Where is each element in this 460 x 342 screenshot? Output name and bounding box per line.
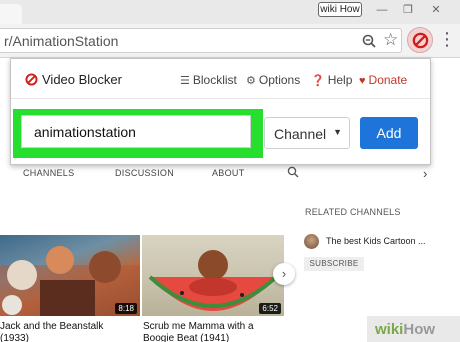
donate-link[interactable]: ♥ Donate: [359, 73, 407, 87]
list-icon: ☰: [180, 75, 190, 87]
input-highlight: [13, 109, 263, 158]
watermark-how: How: [403, 321, 436, 338]
zoom-out-icon[interactable]: [362, 34, 376, 48]
search-icon[interactable]: [287, 166, 299, 178]
video-thumbnail[interactable]: 6:52: [142, 235, 284, 316]
browser-tab[interactable]: [0, 4, 22, 24]
chevron-right-icon[interactable]: ›: [423, 166, 427, 181]
related-channels-heading: RELATED CHANNELS: [305, 207, 401, 217]
blocklist-label: Blocklist: [192, 73, 237, 87]
video-thumbnail[interactable]: 8:18: [0, 235, 140, 316]
channel-nav: CHANNELS DISCUSSION ABOUT ›: [0, 166, 440, 184]
brand: Video Blocker: [25, 72, 122, 87]
blocklist-link[interactable]: ☰ Blocklist: [180, 73, 237, 87]
browser-menu-icon[interactable]: ⋮: [438, 28, 456, 50]
carousel-next-button[interactable]: ›: [273, 263, 295, 285]
wikihow-watermark: wikiHow: [367, 316, 460, 342]
related-channel-name[interactable]: The best Kids Cartoon ...: [326, 236, 426, 246]
profile-badge[interactable]: wiki How: [318, 2, 362, 17]
caret-down-icon: ▼: [333, 127, 342, 137]
avatar: [304, 234, 319, 249]
bookmark-star-icon[interactable]: ☆: [383, 31, 398, 49]
video-duration: 8:18: [115, 303, 137, 314]
block-icon: [25, 73, 38, 86]
add-button[interactable]: Add: [360, 117, 418, 149]
gear-icon: ⚙: [246, 75, 256, 87]
video-blocker-popup: Video Blocker ☰ Blocklist ⚙ Options ❓ Help …: [10, 58, 431, 165]
options-label: Options: [258, 73, 301, 87]
browser-titlebar: wiki How — ❐ ✕: [0, 0, 460, 24]
close-icon[interactable]: ✕: [424, 2, 448, 18]
address-text: r/AnimationStation: [4, 33, 119, 49]
minimize-icon[interactable]: —: [370, 2, 394, 18]
subscribe-button[interactable]: SUBSCRIBE: [304, 257, 364, 271]
related-channel-item[interactable]: The best Kids Cartoon ...: [304, 234, 454, 250]
tab-channels[interactable]: CHANNELS: [23, 168, 74, 178]
video-title-line: Boogie Beat (1941): [143, 333, 230, 342]
video-title-line: Jack and the Beanstalk: [0, 321, 104, 332]
select-value: Channel: [274, 126, 327, 142]
tab-about[interactable]: ABOUT: [212, 168, 245, 178]
video-title[interactable]: Jack and the Beanstalk (1933): [0, 321, 103, 342]
question-circle-icon: ❓: [311, 75, 325, 87]
heart-icon: ♥: [359, 75, 366, 87]
tab-discussion[interactable]: DISCUSSION: [115, 168, 174, 178]
address-bar[interactable]: r/AnimationStation ☆: [0, 28, 402, 53]
donate-label: Donate: [368, 73, 408, 87]
video-title[interactable]: Scrub me Mamma with a Boogie Beat (1941): [143, 321, 254, 342]
popup-header: Video Blocker ☰ Blocklist ⚙ Options ❓ Help …: [11, 59, 430, 99]
video-blocker-extension-icon[interactable]: [407, 27, 433, 53]
block-target-input[interactable]: [21, 115, 251, 148]
video-title-line: (1933): [0, 333, 29, 342]
video-title-line: Scrub me Mamma with a: [143, 321, 254, 332]
maximize-icon[interactable]: ❐: [396, 2, 420, 18]
help-label: Help: [327, 73, 353, 87]
watermark-wiki: wiki: [375, 321, 404, 338]
help-link[interactable]: ❓ Help: [311, 73, 352, 87]
browser-toolbar: r/AnimationStation ☆ ⋮: [0, 24, 460, 58]
block-type-select[interactable]: Channel ▼: [264, 117, 350, 149]
options-link[interactable]: ⚙ Options: [246, 73, 300, 87]
brand-title: Video Blocker: [42, 72, 122, 87]
video-duration: 6:52: [259, 303, 281, 314]
